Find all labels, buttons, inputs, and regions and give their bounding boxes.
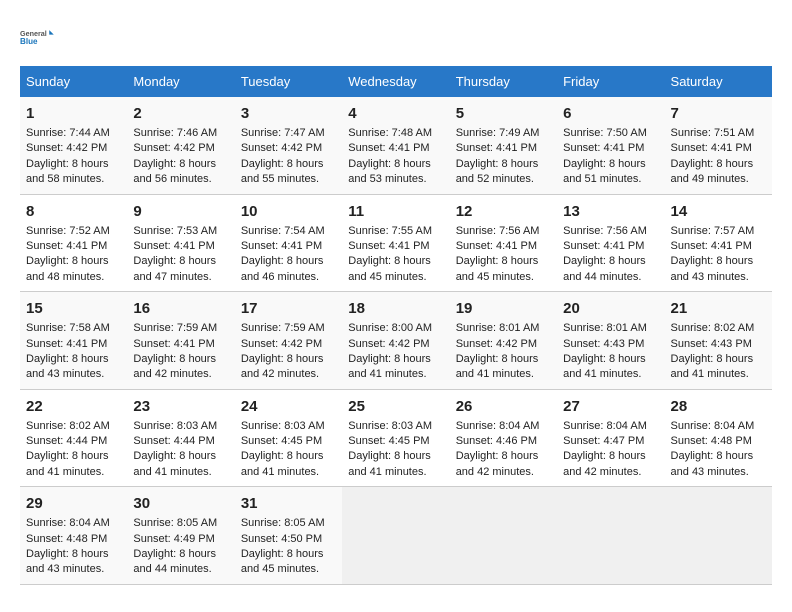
day-number: 25 xyxy=(348,396,443,417)
calendar-cell: 6Sunrise: 7:50 AMSunset: 4:41 PMDaylight… xyxy=(557,97,664,194)
calendar-cell: 1Sunrise: 7:44 AMSunset: 4:42 PMDaylight… xyxy=(20,97,127,194)
calendar-week-3: 15Sunrise: 7:58 AMSunset: 4:41 PMDayligh… xyxy=(20,292,772,390)
calendar-cell: 19Sunrise: 8:01 AMSunset: 4:42 PMDayligh… xyxy=(450,292,557,390)
day-number: 29 xyxy=(26,493,121,514)
day-number: 22 xyxy=(26,396,121,417)
day-number: 10 xyxy=(241,201,336,222)
calendar-cell: 8Sunrise: 7:52 AMSunset: 4:41 PMDaylight… xyxy=(20,194,127,292)
calendar-cell: 27Sunrise: 8:04 AMSunset: 4:47 PMDayligh… xyxy=(557,389,664,487)
calendar-cell: 4Sunrise: 7:48 AMSunset: 4:41 PMDaylight… xyxy=(342,97,449,194)
calendar-cell: 22Sunrise: 8:02 AMSunset: 4:44 PMDayligh… xyxy=(20,389,127,487)
page-header: General Blue xyxy=(20,20,772,56)
day-number: 16 xyxy=(133,298,228,319)
day-number: 31 xyxy=(241,493,336,514)
day-header-friday: Friday xyxy=(557,66,664,97)
calendar-cell: 5Sunrise: 7:49 AMSunset: 4:41 PMDaylight… xyxy=(450,97,557,194)
calendar-cell: 7Sunrise: 7:51 AMSunset: 4:41 PMDaylight… xyxy=(665,97,772,194)
calendar-cell: 21Sunrise: 8:02 AMSunset: 4:43 PMDayligh… xyxy=(665,292,772,390)
calendar-cell: 9Sunrise: 7:53 AMSunset: 4:41 PMDaylight… xyxy=(127,194,234,292)
calendar-cell xyxy=(450,487,557,585)
calendar-cell: 2Sunrise: 7:46 AMSunset: 4:42 PMDaylight… xyxy=(127,97,234,194)
calendar-cell: 26Sunrise: 8:04 AMSunset: 4:46 PMDayligh… xyxy=(450,389,557,487)
day-header-thursday: Thursday xyxy=(450,66,557,97)
calendar-cell xyxy=(665,487,772,585)
calendar-cell: 18Sunrise: 8:00 AMSunset: 4:42 PMDayligh… xyxy=(342,292,449,390)
calendar-week-2: 8Sunrise: 7:52 AMSunset: 4:41 PMDaylight… xyxy=(20,194,772,292)
day-number: 24 xyxy=(241,396,336,417)
day-number: 5 xyxy=(456,103,551,124)
svg-text:Blue: Blue xyxy=(20,37,38,46)
calendar-cell: 12Sunrise: 7:56 AMSunset: 4:41 PMDayligh… xyxy=(450,194,557,292)
calendar-body: 1Sunrise: 7:44 AMSunset: 4:42 PMDaylight… xyxy=(20,97,772,584)
day-header-saturday: Saturday xyxy=(665,66,772,97)
calendar-cell: 25Sunrise: 8:03 AMSunset: 4:45 PMDayligh… xyxy=(342,389,449,487)
day-number: 15 xyxy=(26,298,121,319)
calendar-header: SundayMondayTuesdayWednesdayThursdayFrid… xyxy=(20,66,772,97)
calendar-cell: 24Sunrise: 8:03 AMSunset: 4:45 PMDayligh… xyxy=(235,389,342,487)
calendar-cell: 28Sunrise: 8:04 AMSunset: 4:48 PMDayligh… xyxy=(665,389,772,487)
day-number: 23 xyxy=(133,396,228,417)
day-number: 7 xyxy=(671,103,766,124)
day-number: 11 xyxy=(348,201,443,222)
calendar-cell: 20Sunrise: 8:01 AMSunset: 4:43 PMDayligh… xyxy=(557,292,664,390)
day-number: 9 xyxy=(133,201,228,222)
day-number: 30 xyxy=(133,493,228,514)
day-number: 4 xyxy=(348,103,443,124)
day-number: 1 xyxy=(26,103,121,124)
calendar-cell: 10Sunrise: 7:54 AMSunset: 4:41 PMDayligh… xyxy=(235,194,342,292)
calendar-cell: 29Sunrise: 8:04 AMSunset: 4:48 PMDayligh… xyxy=(20,487,127,585)
logo: General Blue xyxy=(20,20,56,56)
day-number: 6 xyxy=(563,103,658,124)
day-number: 19 xyxy=(456,298,551,319)
calendar-cell xyxy=(557,487,664,585)
calendar-cell: 17Sunrise: 7:59 AMSunset: 4:42 PMDayligh… xyxy=(235,292,342,390)
calendar-cell: 30Sunrise: 8:05 AMSunset: 4:49 PMDayligh… xyxy=(127,487,234,585)
day-number: 8 xyxy=(26,201,121,222)
calendar-week-1: 1Sunrise: 7:44 AMSunset: 4:42 PMDaylight… xyxy=(20,97,772,194)
calendar-cell: 31Sunrise: 8:05 AMSunset: 4:50 PMDayligh… xyxy=(235,487,342,585)
day-number: 3 xyxy=(241,103,336,124)
logo-icon: General Blue xyxy=(20,20,56,56)
calendar-cell: 3Sunrise: 7:47 AMSunset: 4:42 PMDaylight… xyxy=(235,97,342,194)
day-number: 2 xyxy=(133,103,228,124)
calendar-table: SundayMondayTuesdayWednesdayThursdayFrid… xyxy=(20,66,772,585)
calendar-cell xyxy=(342,487,449,585)
calendar-cell: 13Sunrise: 7:56 AMSunset: 4:41 PMDayligh… xyxy=(557,194,664,292)
calendar-cell: 16Sunrise: 7:59 AMSunset: 4:41 PMDayligh… xyxy=(127,292,234,390)
day-number: 27 xyxy=(563,396,658,417)
day-number: 20 xyxy=(563,298,658,319)
day-number: 17 xyxy=(241,298,336,319)
calendar-week-5: 29Sunrise: 8:04 AMSunset: 4:48 PMDayligh… xyxy=(20,487,772,585)
calendar-week-4: 22Sunrise: 8:02 AMSunset: 4:44 PMDayligh… xyxy=(20,389,772,487)
day-number: 26 xyxy=(456,396,551,417)
calendar-cell: 15Sunrise: 7:58 AMSunset: 4:41 PMDayligh… xyxy=(20,292,127,390)
calendar-cell: 11Sunrise: 7:55 AMSunset: 4:41 PMDayligh… xyxy=(342,194,449,292)
day-number: 28 xyxy=(671,396,766,417)
day-number: 12 xyxy=(456,201,551,222)
day-number: 14 xyxy=(671,201,766,222)
calendar-cell: 14Sunrise: 7:57 AMSunset: 4:41 PMDayligh… xyxy=(665,194,772,292)
day-number: 21 xyxy=(671,298,766,319)
day-number: 18 xyxy=(348,298,443,319)
day-header-monday: Monday xyxy=(127,66,234,97)
svg-text:General: General xyxy=(20,29,47,38)
day-header-sunday: Sunday xyxy=(20,66,127,97)
day-header-tuesday: Tuesday xyxy=(235,66,342,97)
calendar-cell: 23Sunrise: 8:03 AMSunset: 4:44 PMDayligh… xyxy=(127,389,234,487)
day-number: 13 xyxy=(563,201,658,222)
day-header-wednesday: Wednesday xyxy=(342,66,449,97)
